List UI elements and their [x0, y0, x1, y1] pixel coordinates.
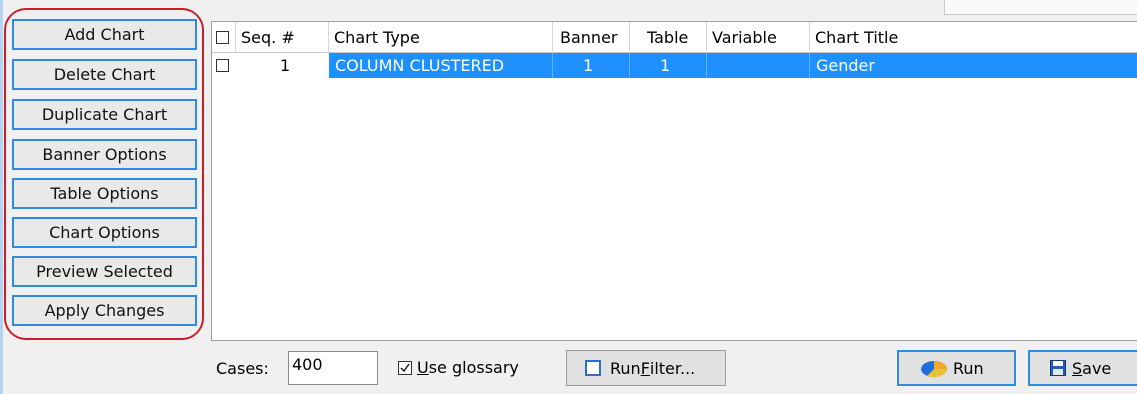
chart-grid[interactable]: Seq. # Chart Type Banner Table Variable … — [211, 21, 1137, 341]
header-select-all[interactable] — [212, 22, 236, 52]
cell-chart-title[interactable]: Gender — [810, 53, 1137, 78]
run-filter-label-prefix: Run — [610, 358, 641, 378]
select-all-checkbox[interactable] — [216, 30, 229, 44]
apply-changes-button[interactable]: Apply Changes — [12, 295, 197, 326]
grid-header: Seq. # Chart Type Banner Table Variable … — [212, 22, 1137, 53]
row-checkbox-cell[interactable] — [212, 53, 236, 78]
delete-chart-button[interactable]: Delete Chart — [12, 59, 197, 90]
use-glossary-checkbox[interactable]: Use glossary — [398, 358, 519, 377]
run-filter-mnemonic: F — [640, 358, 650, 378]
column-header-chart-title[interactable]: Chart Title — [810, 22, 1137, 52]
column-header-variable[interactable]: Variable — [707, 22, 810, 52]
run-filter-label-rest: ilter... — [649, 358, 696, 378]
bottom-toolbar: Cases: 400 Use glossary Run Filter... Ru… — [200, 343, 1137, 394]
cases-field[interactable]: 400 — [288, 351, 378, 385]
top-strip — [0, 0, 1137, 18]
check-icon — [400, 363, 410, 372]
save-label-rest: ave — [1082, 358, 1112, 378]
save-mnemonic: S — [1072, 358, 1083, 378]
chart-options-button[interactable]: Chart Options — [12, 217, 197, 248]
left-edge — [0, 0, 3, 394]
glossary-label: se glossary — [428, 358, 519, 377]
run-label: Run — [953, 358, 984, 378]
run-filter-button[interactable]: Run Filter... — [566, 350, 726, 386]
top-right-field[interactable] — [944, 0, 1137, 15]
column-header-banner[interactable]: Banner — [553, 22, 630, 52]
run-button[interactable]: Run — [897, 350, 1016, 386]
floppy-disk-icon — [1050, 360, 1066, 376]
cell-banner[interactable]: 1 — [553, 53, 630, 78]
cases-label: Cases: — [216, 359, 269, 378]
filter-square-icon — [585, 360, 601, 376]
highlight-annotation — [4, 8, 204, 340]
table-row[interactable]: 1 COLUMN CLUSTERED 1 1 Gender — [212, 53, 1137, 78]
banner-options-button[interactable]: Banner Options — [12, 139, 197, 170]
glossary-checkbox-box[interactable] — [398, 360, 412, 375]
cell-chart-type[interactable]: COLUMN CLUSTERED — [329, 53, 553, 78]
add-chart-button[interactable]: Add Chart — [12, 19, 197, 50]
row-checkbox[interactable] — [216, 59, 229, 72]
pie-chart-icon — [921, 361, 948, 378]
save-button[interactable]: Save — [1028, 350, 1137, 386]
duplicate-chart-button[interactable]: Duplicate Chart — [12, 99, 197, 130]
table-options-button[interactable]: Table Options — [12, 178, 197, 209]
preview-selected-button[interactable]: Preview Selected — [12, 256, 197, 287]
cell-table[interactable]: 1 — [630, 53, 707, 78]
cell-seq: 1 — [280, 56, 291, 75]
column-header-seq[interactable]: Seq. # — [236, 22, 329, 52]
column-header-chart-type[interactable]: Chart Type — [329, 22, 553, 52]
column-header-table[interactable]: Table — [630, 22, 707, 52]
glossary-mnemonic: U — [417, 358, 429, 377]
cell-variable[interactable] — [707, 53, 810, 78]
